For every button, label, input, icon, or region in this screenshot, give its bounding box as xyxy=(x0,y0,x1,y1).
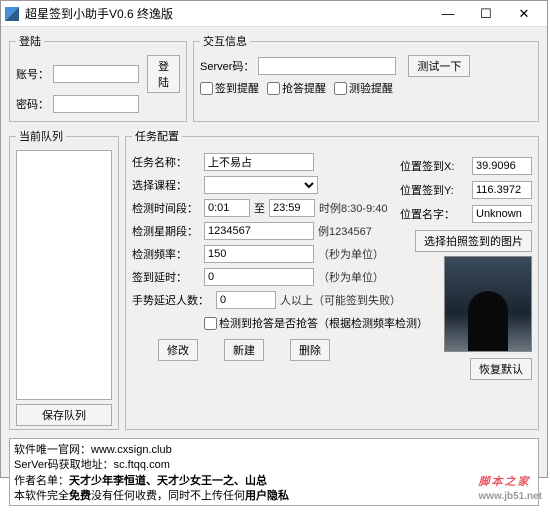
weekday-label: 检测星期段： xyxy=(132,223,200,239)
app-icon xyxy=(5,7,19,21)
posx-input[interactable] xyxy=(472,157,532,175)
time-to-input[interactable] xyxy=(269,199,315,217)
login-legend: 登陆 xyxy=(16,33,44,49)
task-legend: 任务配置 xyxy=(132,128,182,144)
info-line: 软件唯一官网：www.cxsign.club xyxy=(14,443,534,458)
delete-button[interactable]: 删除 xyxy=(290,339,330,361)
server-input[interactable] xyxy=(258,57,396,75)
time-hint: 时例8:30-9:40 xyxy=(319,200,387,216)
info-line: 作者名单：天才少年李恒道、天才少女王一之、山总 xyxy=(14,474,534,489)
to-label: 至 xyxy=(254,200,265,216)
quiz-remind-checkbox[interactable]: 测验提醒 xyxy=(334,80,393,96)
info-line: 本软件完全免费没有任何收费，同时不上传任何用户隐私 xyxy=(14,489,534,504)
close-button[interactable]: ✕ xyxy=(505,3,543,25)
login-group: 登陆 账号： 登陆 密码： xyxy=(9,33,187,122)
info-line: 提醒：建议严格设置时间段，并不要设置过快检测频率，防止给服务器带来压力，己所不欲… xyxy=(14,505,534,506)
queue-group: 当前队列 保存队列 xyxy=(9,128,119,430)
posname-input[interactable] xyxy=(472,205,532,223)
delay-unit: （秒为单位） xyxy=(318,269,384,285)
delay-input[interactable] xyxy=(204,268,314,286)
answer-remind-checkbox[interactable]: 抢答提醒 xyxy=(267,80,326,96)
queue-legend: 当前队列 xyxy=(16,128,66,144)
posy-label: 位置签到Y: xyxy=(400,182,468,198)
modify-button[interactable]: 修改 xyxy=(158,339,198,361)
posy-input[interactable] xyxy=(472,181,532,199)
posname-label: 位置名字： xyxy=(400,206,468,222)
restore-default-button[interactable]: 恢复默认 xyxy=(470,358,532,380)
task-group: 任务配置 任务名称： 选择课程： 检测时间段： 至 时例8:30-9:40 xyxy=(125,128,539,430)
task-name-input[interactable] xyxy=(204,153,314,171)
account-input[interactable] xyxy=(53,65,139,83)
interact-group: 交互信息 Server码： 测试一下 签到提醒 抢答提醒 测验提醒 xyxy=(193,33,539,122)
course-label: 选择课程： xyxy=(132,177,200,193)
password-label: 密码： xyxy=(16,96,49,112)
password-input[interactable] xyxy=(53,95,139,113)
delay-label: 签到延时： xyxy=(132,269,200,285)
weekday-input[interactable] xyxy=(204,222,314,240)
weekday-hint: 例1234567 xyxy=(318,223,372,239)
gesture-hint: 人以上（可能签到失败） xyxy=(280,292,401,308)
freq-label: 检测频率： xyxy=(132,246,200,262)
signin-remind-checkbox[interactable]: 签到提醒 xyxy=(200,80,259,96)
server-label: Server码： xyxy=(200,58,254,74)
new-button[interactable]: 新建 xyxy=(224,339,264,361)
test-button[interactable]: 测试一下 xyxy=(408,55,470,77)
freq-unit: （秒为单位） xyxy=(318,246,384,262)
timeslot-label: 检测时间段： xyxy=(132,200,200,216)
window-title: 超星签到小助手V0.6 终逸版 xyxy=(25,5,429,22)
info-panel: 软件唯一官网：www.cxsign.club SerVer码获取地址：sc.ft… xyxy=(9,438,539,506)
course-select[interactable] xyxy=(204,176,318,194)
freq-input[interactable] xyxy=(204,245,314,263)
interact-legend: 交互信息 xyxy=(200,33,250,49)
photo-preview xyxy=(444,256,532,352)
account-label: 账号： xyxy=(16,66,49,82)
save-queue-button[interactable]: 保存队列 xyxy=(16,404,112,426)
gesture-label: 手势延迟人数： xyxy=(132,292,212,308)
minimize-button[interactable]: — xyxy=(429,3,467,25)
time-from-input[interactable] xyxy=(204,199,250,217)
task-name-label: 任务名称： xyxy=(132,154,200,170)
titlebar: 超星签到小助手V0.6 终逸版 — ☐ ✕ xyxy=(1,1,547,27)
gesture-input[interactable] xyxy=(216,291,276,309)
info-line: SerVer码获取地址：sc.ftqq.com xyxy=(14,458,534,473)
queue-list[interactable] xyxy=(16,150,112,400)
posx-label: 位置签到X: xyxy=(400,158,468,174)
maximize-button[interactable]: ☐ xyxy=(467,3,505,25)
login-button[interactable]: 登陆 xyxy=(147,55,180,93)
choose-photo-button[interactable]: 选择拍照签到的图片 xyxy=(415,230,532,252)
